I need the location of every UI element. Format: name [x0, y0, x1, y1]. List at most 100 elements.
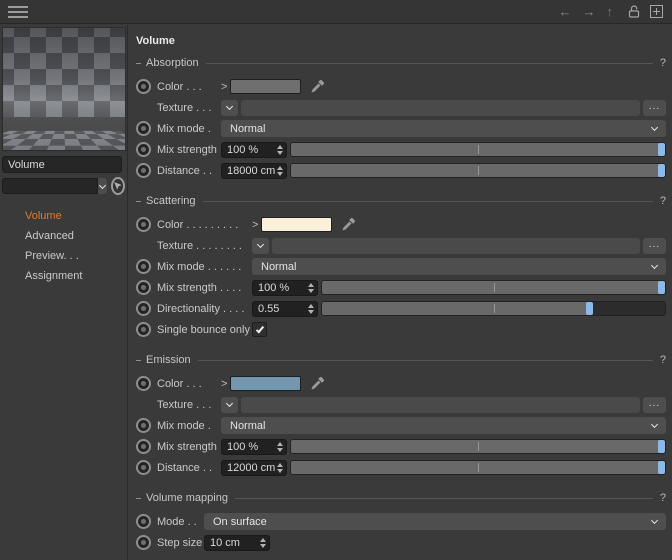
- keyframe-dot-icon[interactable]: [136, 301, 151, 316]
- collapse-dash-icon[interactable]: [136, 359, 141, 361]
- forward-icon[interactable]: →: [583, 5, 596, 18]
- help-button[interactable]: ?: [660, 57, 666, 69]
- mix-strength-slider[interactable]: [290, 142, 666, 157]
- field-value: 100 %: [258, 281, 290, 294]
- eyedropper-icon[interactable]: [341, 217, 356, 232]
- mix-strength-slider[interactable]: [290, 439, 666, 454]
- directionality-slider[interactable]: [321, 301, 666, 316]
- keyframe-dot-icon[interactable]: [136, 121, 151, 136]
- filter-dropdown-button[interactable]: [98, 178, 107, 194]
- chevron-down-icon: [225, 102, 234, 111]
- keyframe-dot-icon[interactable]: [136, 280, 151, 295]
- keyframe-dot-icon[interactable]: [136, 142, 151, 157]
- mapping-step-size-row: Step size 10 cm: [136, 532, 666, 553]
- filter-input[interactable]: [2, 178, 98, 194]
- keyframe-dot-icon[interactable]: [136, 163, 151, 178]
- slider-handle[interactable]: [658, 143, 665, 156]
- stepper-arrows-icon[interactable]: [277, 165, 283, 176]
- keyframe-dot-icon[interactable]: [136, 418, 151, 433]
- add-icon[interactable]: [650, 5, 663, 18]
- step-size-input[interactable]: 10 cm: [204, 534, 270, 551]
- nav-item-preview[interactable]: Preview. . .: [0, 247, 127, 267]
- distance-slider[interactable]: [290, 163, 666, 178]
- section-title: Emission: [146, 354, 191, 366]
- stepper-arrows-icon[interactable]: [277, 462, 283, 473]
- texture-preset-button[interactable]: [252, 237, 269, 254]
- stepper-arrows-icon[interactable]: [277, 144, 283, 155]
- chevron-down-icon: [98, 181, 107, 189]
- mix-mode-select[interactable]: Normal: [221, 417, 666, 434]
- help-button[interactable]: ?: [660, 195, 666, 207]
- color-swatch[interactable]: [230, 376, 301, 391]
- texture-preset-button[interactable]: [221, 396, 238, 413]
- help-button[interactable]: ?: [660, 354, 666, 366]
- slider-handle[interactable]: [585, 302, 593, 315]
- mix-strength-input[interactable]: 100 %: [252, 279, 318, 296]
- nav-item-advanced[interactable]: Advanced: [0, 227, 127, 247]
- keyframe-dot-icon[interactable]: [136, 217, 151, 232]
- keyframe-dot-icon[interactable]: [136, 79, 151, 94]
- stepper-arrows-icon[interactable]: [260, 537, 266, 548]
- divider: [197, 359, 653, 361]
- stepper-arrows-icon[interactable]: [277, 441, 283, 452]
- absorption-mix-strength-row: Mix strength 100 %: [136, 139, 666, 160]
- eyedropper-icon[interactable]: [310, 376, 325, 391]
- mix-strength-input[interactable]: 100 %: [221, 438, 287, 455]
- keyframe-dot-icon[interactable]: [136, 460, 151, 475]
- keyframe-dot-icon[interactable]: [136, 322, 151, 337]
- mix-mode-select[interactable]: Normal: [252, 258, 666, 275]
- mix-strength-input[interactable]: 100 %: [221, 141, 287, 158]
- collapse-dash-icon[interactable]: [136, 200, 141, 202]
- texture-preset-button[interactable]: [221, 99, 238, 116]
- color-swatch[interactable]: [230, 79, 301, 94]
- keyframe-dot-icon[interactable]: [136, 535, 151, 550]
- keyframe-dot-icon[interactable]: [136, 259, 151, 274]
- stepper-arrows-icon[interactable]: [308, 282, 314, 293]
- texture-browse-button[interactable]: ...: [643, 237, 666, 254]
- expand-arrow-icon[interactable]: >: [221, 378, 230, 390]
- collapse-dash-icon[interactable]: [136, 497, 141, 499]
- nav-item-assignment[interactable]: Assignment: [0, 267, 127, 287]
- expand-arrow-icon[interactable]: >: [221, 81, 230, 93]
- field-value: 18000 cm: [227, 164, 276, 177]
- texture-path-field[interactable]: [241, 99, 640, 116]
- mapping-mode-select[interactable]: On surface: [204, 513, 666, 530]
- field-label: Mix strength: [157, 440, 217, 453]
- nav-item-volume[interactable]: Volume: [0, 207, 127, 227]
- pick-object-button[interactable]: [111, 177, 125, 195]
- stepper-arrows-icon[interactable]: [308, 303, 314, 314]
- divider: [205, 62, 653, 64]
- distance-slider[interactable]: [290, 460, 666, 475]
- lock-icon[interactable]: [627, 4, 641, 19]
- single-bounce-checkbox[interactable]: [252, 322, 267, 337]
- mix-strength-slider[interactable]: [321, 280, 666, 295]
- distance-input[interactable]: 12000 cm: [221, 459, 287, 476]
- texture-path-field[interactable]: [241, 396, 640, 413]
- slider-handle[interactable]: [658, 440, 665, 453]
- collapse-dash-icon[interactable]: [136, 62, 141, 64]
- texture-browse-button[interactable]: ...: [643, 396, 666, 413]
- mix-mode-select[interactable]: Normal: [221, 120, 666, 137]
- eyedropper-icon[interactable]: [310, 79, 325, 94]
- texture-browse-button[interactable]: ...: [643, 99, 666, 116]
- material-name-input[interactable]: [2, 156, 122, 173]
- back-icon[interactable]: ←: [559, 5, 572, 18]
- slider-handle[interactable]: [658, 164, 665, 177]
- directionality-input[interactable]: 0.55: [252, 300, 318, 317]
- expand-arrow-icon[interactable]: >: [252, 219, 261, 231]
- keyframe-dot-icon[interactable]: [136, 376, 151, 391]
- keyframe-dot-icon[interactable]: [136, 439, 151, 454]
- up-icon[interactable]: ↑: [607, 5, 614, 18]
- keyframe-dot-icon[interactable]: [136, 514, 151, 529]
- scattering-color-row: Color . . . . . . . . . >: [136, 214, 666, 235]
- slider-handle[interactable]: [658, 461, 665, 474]
- color-swatch[interactable]: [261, 217, 332, 232]
- field-label: Mix strength: [157, 143, 217, 156]
- menu-icon[interactable]: [8, 3, 28, 21]
- distance-input[interactable]: 18000 cm: [221, 162, 287, 179]
- help-button[interactable]: ?: [660, 492, 666, 504]
- field-value: 12000 cm: [227, 461, 276, 474]
- texture-path-field[interactable]: [272, 237, 640, 254]
- material-preview[interactable]: [2, 27, 126, 151]
- slider-handle[interactable]: [658, 281, 665, 294]
